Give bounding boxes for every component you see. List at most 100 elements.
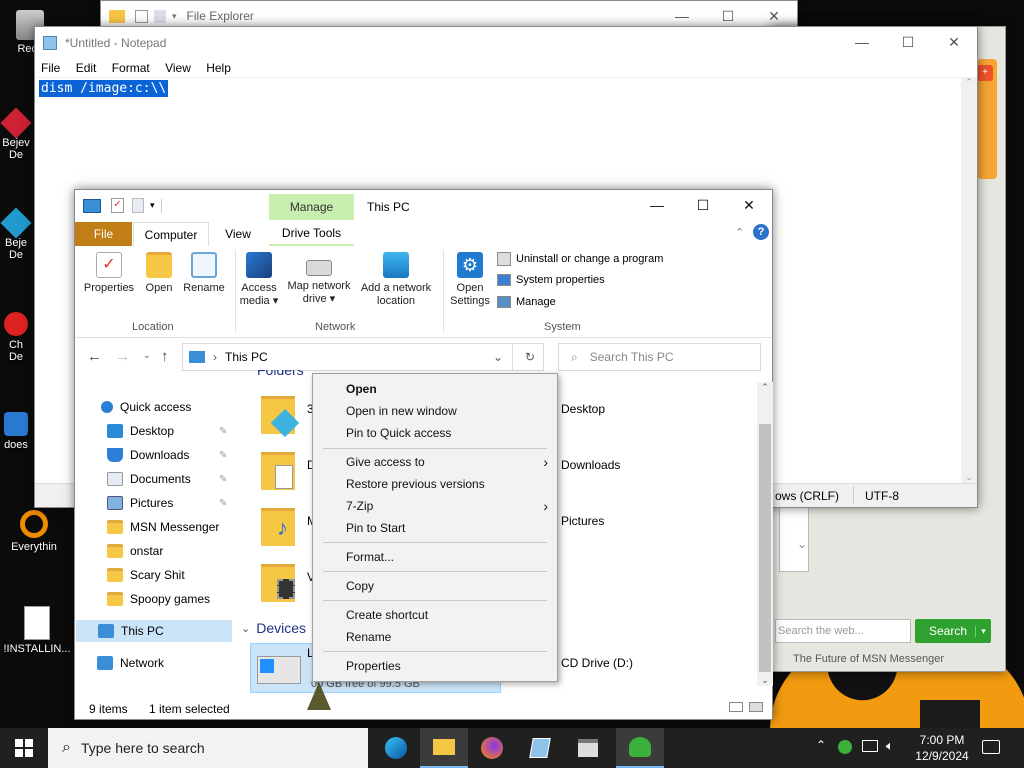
- pin-icon[interactable]: ✎: [219, 474, 227, 485]
- content-scrollbar[interactable]: ⌃ ⌄: [757, 382, 773, 686]
- devices-section-header[interactable]: ⌄ Devices: [241, 620, 306, 636]
- pin-icon[interactable]: ✎: [219, 426, 227, 437]
- notification-center-icon[interactable]: [982, 740, 1000, 754]
- menu-format[interactable]: Format: [112, 61, 150, 75]
- access-media-button[interactable]: Access media ▾: [237, 252, 281, 308]
- taskbar-msn-button[interactable]: [616, 728, 664, 768]
- new-page-icon[interactable]: [132, 198, 144, 213]
- properties-check-icon[interactable]: ✓: [111, 198, 124, 213]
- manage-context-tab[interactable]: Manage: [269, 194, 354, 220]
- collapse-ribbon-icon[interactable]: ⌃: [735, 226, 744, 239]
- scroll-up-icon[interactable]: ⌃: [757, 382, 773, 393]
- chevron-down-icon[interactable]: ⌄: [797, 537, 807, 551]
- scroll-thumb[interactable]: [759, 424, 771, 672]
- tab-computer[interactable]: Computer: [133, 222, 209, 246]
- folder-label-downloads[interactable]: Downloads: [561, 458, 620, 472]
- address-dropdown-icon[interactable]: ⌄: [493, 350, 503, 364]
- scroll-down-icon[interactable]: ⌄: [961, 472, 977, 483]
- taskbar-app-button[interactable]: [564, 728, 612, 768]
- scroll-down-icon[interactable]: ⌄: [757, 675, 773, 686]
- sidebar-quick-access[interactable]: Quick access: [101, 396, 191, 418]
- map-network-drive-button[interactable]: Map network drive ▾: [283, 252, 355, 306]
- up-button[interactable]: ↑: [161, 348, 169, 365]
- sidebar-item-scary-shit[interactable]: Scary Shit: [107, 564, 185, 586]
- menu-item-pin-quick-access[interactable]: Pin to Quick access: [346, 422, 451, 444]
- add-network-location-button[interactable]: Add a network location: [357, 252, 435, 308]
- folder-label-desktop[interactable]: Desktop: [561, 402, 605, 416]
- menu-item-give-access[interactable]: Give access to ›: [346, 451, 548, 473]
- taskbar-file-explorer-button[interactable]: [420, 728, 468, 768]
- system-properties-button[interactable]: System properties: [497, 274, 605, 286]
- close-button[interactable]: ✕: [726, 190, 772, 220]
- pin-icon[interactable]: ✎: [219, 498, 227, 509]
- sidebar-item-spoopy-games[interactable]: Spoopy games: [107, 588, 210, 610]
- taskbar-edge-button[interactable]: [372, 728, 420, 768]
- rename-button[interactable]: Rename: [179, 252, 229, 295]
- sidebar-item-downloads[interactable]: Downloads: [107, 444, 189, 466]
- menu-item-copy[interactable]: Copy: [346, 575, 374, 597]
- start-button[interactable]: [0, 728, 48, 768]
- folder-label-pictures[interactable]: Pictures: [561, 514, 604, 528]
- menu-file[interactable]: File: [41, 61, 60, 75]
- tab-view[interactable]: View: [213, 222, 263, 246]
- menu-item-7zip[interactable]: 7-Zip ›: [346, 495, 548, 517]
- volume-tray-icon[interactable]: 🔈︎: [886, 738, 894, 754]
- folder-music[interactable]: ♪: [261, 508, 295, 546]
- menu-item-open[interactable]: Open: [346, 378, 377, 400]
- tab-drive-tools[interactable]: Drive Tools: [269, 222, 354, 246]
- maximize-button[interactable]: ☐: [680, 190, 726, 220]
- msn-tray-icon[interactable]: [838, 740, 852, 754]
- sidebar-item-network[interactable]: Network: [97, 652, 164, 674]
- show-hidden-icons[interactable]: ⌃: [816, 738, 826, 752]
- menu-item-properties[interactable]: Properties: [346, 655, 401, 677]
- network-tray-icon[interactable]: [862, 740, 878, 752]
- minimize-button[interactable]: —: [839, 27, 885, 57]
- forward-button[interactable]: →: [115, 348, 130, 365]
- properties-button[interactable]: ✓ Properties: [81, 252, 137, 295]
- refresh-icon[interactable]: ↻: [525, 350, 535, 364]
- details-view-icon[interactable]: [729, 702, 743, 712]
- vertical-scrollbar[interactable]: ⌃ ⌄: [961, 77, 977, 483]
- folder-videos[interactable]: [261, 564, 295, 602]
- maximize-button[interactable]: ☐: [885, 27, 931, 57]
- sidebar-item-onstar[interactable]: onstar: [107, 540, 163, 562]
- menu-item-restore-versions[interactable]: Restore previous versions: [346, 473, 485, 495]
- sidebar-item-desktop[interactable]: Desktop: [107, 420, 174, 442]
- address-bar[interactable]: › This PC ⌄ ↻: [182, 343, 544, 371]
- sidebar-item-msn-messenger[interactable]: MSN Messenger: [107, 516, 219, 538]
- menu-item-rename[interactable]: Rename: [346, 626, 391, 648]
- taskbar-firefox-button[interactable]: [468, 728, 516, 768]
- taskbar-notepad-button[interactable]: [516, 728, 564, 768]
- close-button[interactable]: ✕: [931, 27, 977, 57]
- tab-file[interactable]: File: [75, 222, 132, 246]
- menu-item-format[interactable]: Format...: [346, 546, 394, 568]
- msn-search-button[interactable]: Search ▾: [915, 619, 991, 643]
- large-icons-view-icon[interactable]: [749, 702, 763, 712]
- recent-locations-button[interactable]: ⌄: [143, 350, 151, 361]
- menu-edit[interactable]: Edit: [76, 61, 97, 75]
- folder-documents[interactable]: [261, 452, 295, 490]
- scroll-up-icon[interactable]: ⌃: [961, 77, 977, 88]
- desktop-icon-everything[interactable]: Everythin: [4, 510, 64, 553]
- uninstall-program-button[interactable]: Uninstall or change a program: [497, 252, 663, 266]
- sidebar-item-this-pc[interactable]: This PC: [76, 620, 232, 642]
- taskbar-search-box[interactable]: ⌕ Type here to search: [48, 728, 368, 768]
- open-button[interactable]: Open: [141, 252, 177, 295]
- msn-search-input[interactable]: Search the web...: [775, 619, 911, 643]
- menu-item-create-shortcut[interactable]: Create shortcut: [346, 604, 428, 626]
- menu-item-open-new-window[interactable]: Open in new window: [346, 400, 457, 422]
- manage-button[interactable]: Manage: [497, 296, 556, 308]
- sidebar-item-documents[interactable]: Documents: [107, 468, 191, 490]
- menu-help[interactable]: Help: [206, 61, 231, 75]
- menu-view[interactable]: View: [165, 61, 191, 75]
- customize-toolbar-icon[interactable]: ▾: [150, 200, 155, 211]
- search-input[interactable]: ⌕ Search This PC: [558, 343, 761, 371]
- sidebar-item-pictures[interactable]: Pictures: [107, 492, 173, 514]
- pin-icon[interactable]: ✎: [219, 450, 227, 461]
- minimize-button[interactable]: —: [634, 190, 680, 220]
- help-icon[interactable]: ?: [753, 224, 769, 240]
- folder-3d-objects[interactable]: [261, 396, 301, 440]
- menu-item-pin-start[interactable]: Pin to Start: [346, 517, 405, 539]
- back-button[interactable]: ←: [87, 348, 102, 365]
- clock[interactable]: 7:00 PM 12/9/2024: [914, 732, 970, 764]
